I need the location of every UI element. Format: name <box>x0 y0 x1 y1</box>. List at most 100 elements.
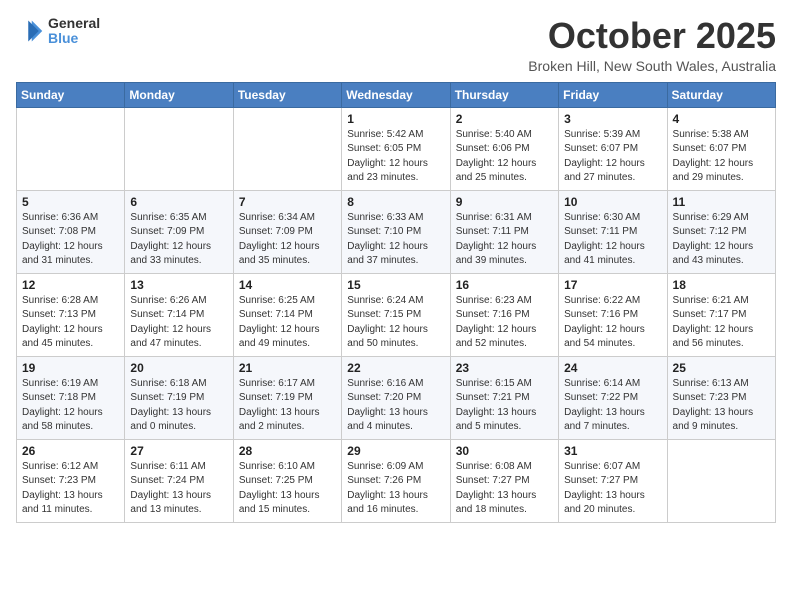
calendar-cell: 15 Sunrise: 6:24 AM Sunset: 7:15 PM Dayli… <box>342 273 450 356</box>
calendar-table: SundayMondayTuesdayWednesdayThursdayFrid… <box>16 82 776 523</box>
calendar-cell: 31 Sunrise: 6:07 AM Sunset: 7:27 PM Dayli… <box>559 439 667 522</box>
col-header-tuesday: Tuesday <box>233 82 341 107</box>
calendar-cell: 14 Sunrise: 6:25 AM Sunset: 7:14 PM Dayli… <box>233 273 341 356</box>
day-number: 14 <box>239 278 336 292</box>
calendar-cell: 30 Sunrise: 6:08 AM Sunset: 7:27 PM Dayli… <box>450 439 558 522</box>
calendar-cell: 1 Sunrise: 5:42 AM Sunset: 6:05 PM Daylig… <box>342 107 450 190</box>
calendar-week-row: 12 Sunrise: 6:28 AM Sunset: 7:13 PM Dayli… <box>17 273 776 356</box>
calendar-cell: 22Sunrise: 6:16 AM Sunset: 7:20 PM Dayli… <box>342 356 450 439</box>
col-header-monday: Monday <box>125 82 233 107</box>
day-info: Sunrise: 6:16 AM Sunset: 7:20 PM Dayligh… <box>347 377 444 435</box>
day-number: 6 <box>130 195 227 209</box>
calendar-cell: 13 Sunrise: 6:26 AM Sunset: 7:14 PM Dayli… <box>125 273 233 356</box>
calendar-cell: 16 Sunrise: 6:23 AM Sunset: 7:16 PM Dayli… <box>450 273 558 356</box>
day-info: Sunrise: 6:19 AM Sunset: 7:18 PM Dayligh… <box>22 377 119 435</box>
day-info: Sunrise: 5:39 AM Sunset: 6:07 PM Dayligh… <box>564 128 661 186</box>
calendar-cell: 24Sunrise: 6:14 AM Sunset: 7:22 PM Dayli… <box>559 356 667 439</box>
calendar-cell <box>17 107 125 190</box>
day-number: 16 <box>456 278 553 292</box>
day-number: 17 <box>564 278 661 292</box>
calendar-cell: 27Sunrise: 6:11 AM Sunset: 7:24 PM Dayli… <box>125 439 233 522</box>
col-header-thursday: Thursday <box>450 82 558 107</box>
day-info: Sunrise: 6:22 AM Sunset: 7:16 PM Dayligh… <box>564 294 661 352</box>
calendar-cell: 12 Sunrise: 6:28 AM Sunset: 7:13 PM Dayli… <box>17 273 125 356</box>
col-header-saturday: Saturday <box>667 82 775 107</box>
day-number: 12 <box>22 278 119 292</box>
calendar-cell: 10Sunrise: 6:30 AM Sunset: 7:11 PM Dayli… <box>559 190 667 273</box>
day-info: Sunrise: 6:31 AM Sunset: 7:11 PM Dayligh… <box>456 211 553 269</box>
day-info: Sunrise: 6:09 AM Sunset: 7:26 PM Dayligh… <box>347 460 444 518</box>
calendar-week-row: 5 Sunrise: 6:36 AM Sunset: 7:08 PM Daylig… <box>17 190 776 273</box>
calendar-cell: 2 Sunrise: 5:40 AM Sunset: 6:06 PM Daylig… <box>450 107 558 190</box>
day-info: Sunrise: 6:12 AM Sunset: 7:23 PM Dayligh… <box>22 460 119 518</box>
calendar-cell: 3 Sunrise: 5:39 AM Sunset: 6:07 PM Daylig… <box>559 107 667 190</box>
logo-general-text: General <box>48 16 100 31</box>
day-info: Sunrise: 6:35 AM Sunset: 7:09 PM Dayligh… <box>130 211 227 269</box>
calendar-header-row: SundayMondayTuesdayWednesdayThursdayFrid… <box>17 82 776 107</box>
day-info: Sunrise: 6:33 AM Sunset: 7:10 PM Dayligh… <box>347 211 444 269</box>
calendar-cell: 8 Sunrise: 6:33 AM Sunset: 7:10 PM Daylig… <box>342 190 450 273</box>
day-info: Sunrise: 5:42 AM Sunset: 6:05 PM Dayligh… <box>347 128 444 186</box>
col-header-sunday: Sunday <box>17 82 125 107</box>
calendar-cell: 5 Sunrise: 6:36 AM Sunset: 7:08 PM Daylig… <box>17 190 125 273</box>
day-number: 11 <box>673 195 770 209</box>
day-number: 15 <box>347 278 444 292</box>
calendar-cell: 29 Sunrise: 6:09 AM Sunset: 7:26 PM Dayli… <box>342 439 450 522</box>
calendar-cell: 9 Sunrise: 6:31 AM Sunset: 7:11 PM Daylig… <box>450 190 558 273</box>
day-number: 18 <box>673 278 770 292</box>
logo-text: General Blue <box>48 16 100 47</box>
location-text: Broken Hill, New South Wales, Australia <box>528 58 776 74</box>
day-info: Sunrise: 6:36 AM Sunset: 7:08 PM Dayligh… <box>22 211 119 269</box>
day-number: 21 <box>239 361 336 375</box>
day-number: 5 <box>22 195 119 209</box>
calendar-week-row: 19 Sunrise: 6:19 AM Sunset: 7:18 PM Dayli… <box>17 356 776 439</box>
day-number: 19 <box>22 361 119 375</box>
day-number: 8 <box>347 195 444 209</box>
day-number: 3 <box>564 112 661 126</box>
day-info: Sunrise: 5:38 AM Sunset: 6:07 PM Dayligh… <box>673 128 770 186</box>
calendar-cell: 6 Sunrise: 6:35 AM Sunset: 7:09 PM Daylig… <box>125 190 233 273</box>
calendar-cell: 11Sunrise: 6:29 AM Sunset: 7:12 PM Dayli… <box>667 190 775 273</box>
col-header-wednesday: Wednesday <box>342 82 450 107</box>
calendar-cell: 21 Sunrise: 6:17 AM Sunset: 7:19 PM Dayli… <box>233 356 341 439</box>
day-number: 13 <box>130 278 227 292</box>
day-info: Sunrise: 6:24 AM Sunset: 7:15 PM Dayligh… <box>347 294 444 352</box>
day-info: Sunrise: 6:23 AM Sunset: 7:16 PM Dayligh… <box>456 294 553 352</box>
calendar-cell <box>667 439 775 522</box>
day-info: Sunrise: 6:07 AM Sunset: 7:27 PM Dayligh… <box>564 460 661 518</box>
calendar-cell: 23Sunrise: 6:15 AM Sunset: 7:21 PM Dayli… <box>450 356 558 439</box>
day-number: 30 <box>456 444 553 458</box>
day-info: Sunrise: 6:17 AM Sunset: 7:19 PM Dayligh… <box>239 377 336 435</box>
day-number: 7 <box>239 195 336 209</box>
day-number: 23 <box>456 361 553 375</box>
calendar-cell: 25Sunrise: 6:13 AM Sunset: 7:23 PM Dayli… <box>667 356 775 439</box>
day-info: Sunrise: 6:28 AM Sunset: 7:13 PM Dayligh… <box>22 294 119 352</box>
calendar-cell: 19 Sunrise: 6:19 AM Sunset: 7:18 PM Dayli… <box>17 356 125 439</box>
calendar-cell: 4 Sunrise: 5:38 AM Sunset: 6:07 PM Daylig… <box>667 107 775 190</box>
title-block: October 2025 Broken Hill, New South Wale… <box>528 16 776 74</box>
day-number: 29 <box>347 444 444 458</box>
day-info: Sunrise: 6:21 AM Sunset: 7:17 PM Dayligh… <box>673 294 770 352</box>
calendar-cell: 20Sunrise: 6:18 AM Sunset: 7:19 PM Dayli… <box>125 356 233 439</box>
calendar-cell: 18 Sunrise: 6:21 AM Sunset: 7:17 PM Dayli… <box>667 273 775 356</box>
calendar-week-row: 26Sunrise: 6:12 AM Sunset: 7:23 PM Dayli… <box>17 439 776 522</box>
day-number: 9 <box>456 195 553 209</box>
day-info: Sunrise: 5:40 AM Sunset: 6:06 PM Dayligh… <box>456 128 553 186</box>
day-number: 10 <box>564 195 661 209</box>
day-number: 31 <box>564 444 661 458</box>
day-number: 27 <box>130 444 227 458</box>
day-info: Sunrise: 6:08 AM Sunset: 7:27 PM Dayligh… <box>456 460 553 518</box>
day-info: Sunrise: 6:26 AM Sunset: 7:14 PM Dayligh… <box>130 294 227 352</box>
day-info: Sunrise: 6:10 AM Sunset: 7:25 PM Dayligh… <box>239 460 336 518</box>
day-number: 24 <box>564 361 661 375</box>
day-number: 1 <box>347 112 444 126</box>
calendar-cell: 17 Sunrise: 6:22 AM Sunset: 7:16 PM Dayli… <box>559 273 667 356</box>
calendar-week-row: 1 Sunrise: 5:42 AM Sunset: 6:05 PM Daylig… <box>17 107 776 190</box>
day-number: 28 <box>239 444 336 458</box>
day-info: Sunrise: 6:25 AM Sunset: 7:14 PM Dayligh… <box>239 294 336 352</box>
day-number: 4 <box>673 112 770 126</box>
day-number: 2 <box>456 112 553 126</box>
day-number: 25 <box>673 361 770 375</box>
col-header-friday: Friday <box>559 82 667 107</box>
month-title: October 2025 <box>528 16 776 56</box>
